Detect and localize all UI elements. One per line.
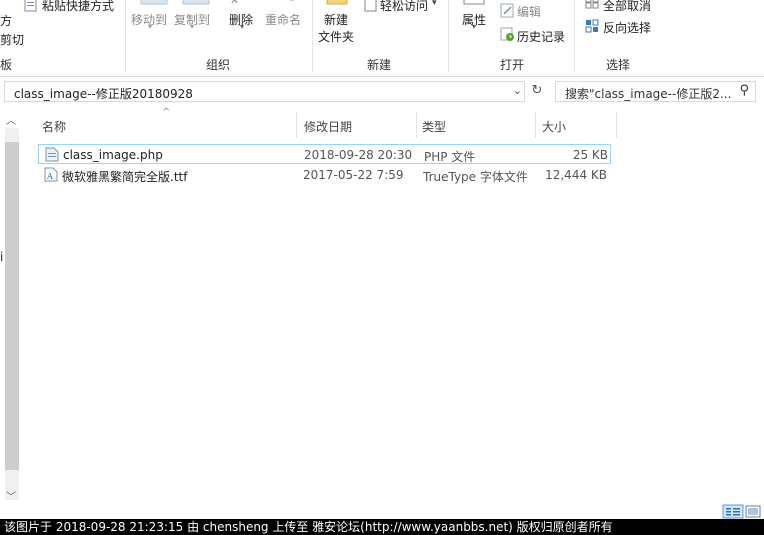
column-header-name[interactable]: 名称 bbox=[42, 118, 66, 135]
details-view-icon[interactable] bbox=[722, 504, 744, 519]
chevron-down-icon: ▾ bbox=[148, 22, 153, 31]
new-folder-button-line1[interactable]: 新建 bbox=[324, 11, 348, 28]
copy-to-icon bbox=[182, 0, 210, 5]
search-icon[interactable]: ⚲ bbox=[739, 83, 749, 98]
group-label-new: 新建 bbox=[367, 58, 392, 72]
delete-icon: ✕ bbox=[230, 0, 240, 7]
chevron-down-icon[interactable]: ⌄ bbox=[513, 84, 522, 97]
view-buttons bbox=[722, 504, 761, 519]
font-file-icon: A bbox=[44, 167, 58, 182]
file-type: TrueType 字体文件 bbox=[423, 170, 528, 184]
chevron-down-icon: ▾ bbox=[432, 0, 437, 8]
group-divider bbox=[574, 0, 575, 72]
column-divider[interactable] bbox=[416, 112, 417, 138]
history-button[interactable]: 历史记录 bbox=[517, 28, 565, 45]
clipboard-fragment-text: 方 bbox=[0, 14, 13, 28]
group-divider bbox=[312, 0, 313, 72]
file-name[interactable]: 微软雅黑繁简完全版.ttf bbox=[62, 168, 187, 185]
history-icon bbox=[500, 27, 514, 41]
rename-button[interactable]: 重命名 bbox=[265, 11, 301, 28]
chevron-down-icon[interactable]: ﹀ bbox=[6, 488, 16, 503]
move-to-icon bbox=[140, 0, 168, 5]
table-row[interactable]: class_image.php 2018-09-28 20:30 PHP 文件 … bbox=[38, 144, 611, 164]
group-label-clipboard: 板 bbox=[0, 58, 13, 72]
column-header-modified[interactable]: 修改日期 bbox=[304, 118, 352, 135]
large-icons-view-icon[interactable] bbox=[745, 505, 761, 518]
chevron-down-icon: ▾ bbox=[190, 22, 195, 31]
file-size: 25 KB bbox=[572, 148, 608, 162]
file-type: PHP 文件 bbox=[424, 150, 476, 164]
column-divider[interactable] bbox=[535, 112, 536, 138]
search-box[interactable]: 搜索"class_image--修正版2... ⚲ bbox=[555, 81, 756, 102]
easy-access-button[interactable]: 轻松访问 bbox=[380, 0, 428, 14]
column-header-size[interactable]: 大小 bbox=[542, 118, 566, 135]
navigation-pane: ︿ ﹀ i bbox=[0, 110, 21, 507]
address-path[interactable]: class_image--修正版20180928 bbox=[14, 85, 193, 102]
file-modified: 2018-09-28 20:30 bbox=[304, 148, 413, 162]
easy-access-icon bbox=[364, 0, 377, 12]
watermark-text: 该图片于 2018-09-28 21:23:15 由 chensheng 上传至… bbox=[4, 520, 613, 534]
cut-button[interactable]: 剪切 bbox=[0, 31, 24, 48]
nav-item-fragment: i bbox=[0, 250, 4, 264]
refresh-icon[interactable]: ↻ bbox=[528, 83, 546, 101]
column-divider[interactable] bbox=[296, 112, 297, 138]
file-modified: 2017-05-22 7:59 bbox=[303, 168, 404, 182]
group-label-open: 打开 bbox=[500, 58, 525, 72]
nav-scrollbar-thumb[interactable] bbox=[5, 142, 19, 470]
edit-button[interactable]: 编辑 bbox=[517, 3, 541, 20]
edit-icon bbox=[500, 3, 514, 18]
sort-ascending-icon: ^ bbox=[162, 107, 171, 118]
paste-shortcut-button[interactable]: 粘贴快捷方式 bbox=[42, 0, 114, 14]
php-file-icon bbox=[45, 147, 59, 162]
rename-icon: ✎ bbox=[286, 0, 294, 5]
group-label-organize: 组织 bbox=[206, 58, 231, 72]
column-divider[interactable] bbox=[616, 112, 617, 138]
new-folder-icon bbox=[326, 0, 348, 5]
invert-selection-button[interactable]: 反向选择 bbox=[603, 19, 651, 36]
group-divider bbox=[125, 0, 126, 72]
file-name[interactable]: class_image.php bbox=[63, 148, 163, 162]
table-row[interactable]: A 微软雅黑繁简完全版.ttf 2017-05-22 7:59 TrueType… bbox=[38, 165, 611, 185]
paste-shortcut-icon bbox=[24, 0, 37, 12]
new-folder-button-line2[interactable]: 文件夹 bbox=[318, 28, 354, 45]
properties-icon bbox=[463, 0, 485, 5]
address-bar-row: class_image--修正版20180928 ⌄ ↻ 搜索"class_im… bbox=[0, 80, 764, 104]
chevron-down-icon: ▾ bbox=[472, 22, 477, 31]
select-none-icon bbox=[585, 0, 599, 9]
select-none-button[interactable]: 全部取消 bbox=[603, 0, 651, 14]
group-label-select: 选择 bbox=[606, 58, 631, 72]
svg-text:A: A bbox=[46, 172, 53, 181]
address-bar[interactable]: class_image--修正版20180928 ⌄ bbox=[4, 81, 525, 102]
watermark-bar: 该图片于 2018-09-28 21:23:15 由 chensheng 上传至… bbox=[0, 519, 764, 535]
chevron-down-icon: ▾ bbox=[240, 22, 245, 31]
group-divider bbox=[448, 0, 449, 72]
ribbon: 粘贴快捷方式 方 剪切 板 移动到 ▾ 复制到 ▾ ✕ 删除 ▾ ✎ 重命名 组… bbox=[0, 0, 764, 77]
invert-selection-icon bbox=[585, 19, 599, 33]
file-size: 12,444 KB bbox=[545, 168, 607, 182]
search-input[interactable]: 搜索"class_image--修正版2... bbox=[565, 85, 731, 102]
column-header-type[interactable]: 类型 bbox=[422, 118, 446, 135]
chevron-up-icon[interactable]: ︿ bbox=[6, 112, 16, 127]
